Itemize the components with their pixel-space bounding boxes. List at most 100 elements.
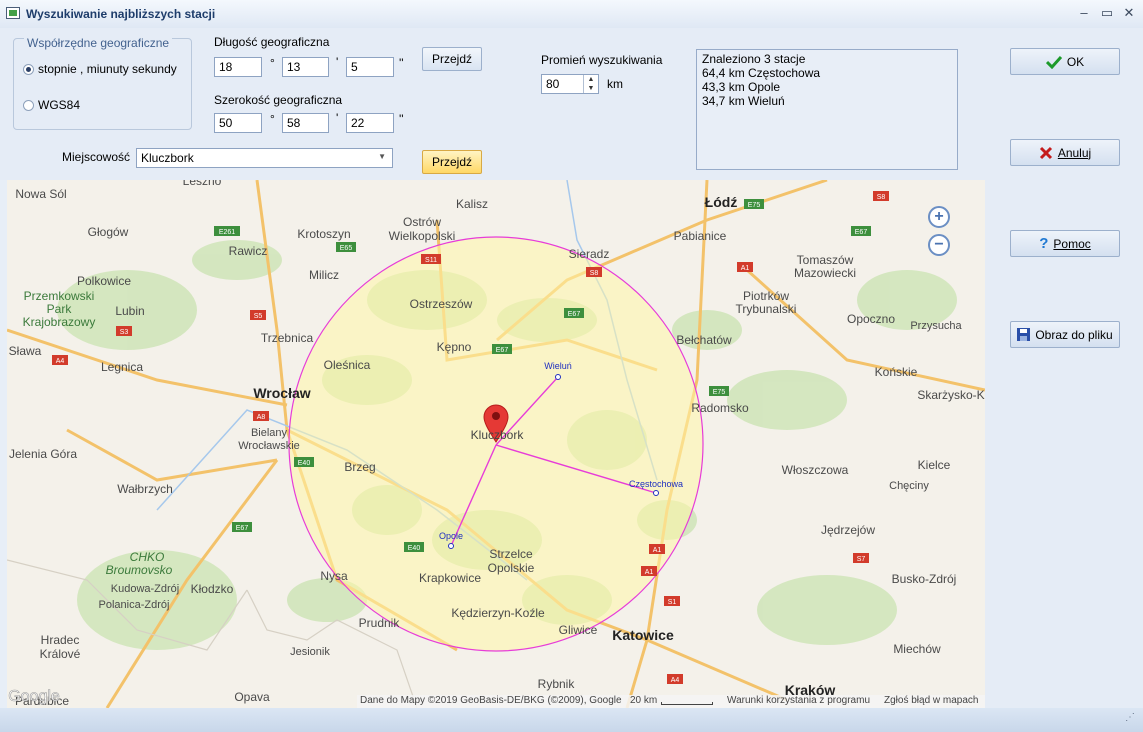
maximize-button[interactable]: ▭ [1099, 6, 1115, 20]
degree-symbol: ° [270, 56, 275, 70]
go-coords-button[interactable]: Przejdź [422, 47, 482, 71]
window-title: Wyszukiwanie najbliższych stacji [26, 7, 216, 21]
place-label: Końskie [875, 365, 918, 379]
road-label: E261 [219, 229, 235, 236]
station-marker-opole[interactable] [448, 543, 454, 549]
google-logo: Google [8, 688, 60, 705]
place-label: Głogów [88, 225, 129, 239]
place-label: Bielany [251, 427, 288, 439]
latitude-degrees-input[interactable]: 50 [214, 113, 262, 133]
spin-up-icon[interactable]: ▲ [584, 75, 598, 84]
place-label: Sława [9, 344, 42, 358]
resize-grip-icon[interactable]: ⋰ [1125, 712, 1135, 723]
results-list[interactable]: Znaleziono 3 stacje 64,4 km Częstochowa … [696, 49, 958, 170]
help-icon: ? [1039, 235, 1049, 252]
place-label: Kalisz [456, 197, 488, 211]
results-line: 34,7 km Wieluń [702, 94, 785, 108]
road-label: E67 [236, 525, 249, 532]
map-view[interactable]: E261 E75 S8 E67 S11 E65 S5 S3 S8 A4 E67 … [7, 180, 985, 708]
place-label: Ostrów [403, 215, 441, 229]
help-label: Pomoc [1053, 236, 1091, 251]
place-label: Przemkowski [24, 289, 95, 303]
scale-bar [661, 702, 713, 705]
mode-dms-radio[interactable] [23, 64, 34, 75]
help-button[interactable]: ? Pomoc [1010, 230, 1120, 257]
road-label: A4 [56, 358, 65, 365]
place-label: Polkowice [77, 274, 131, 288]
results-line: 64,4 km Częstochowa [702, 66, 821, 80]
place-label: Trzebnica [261, 331, 314, 345]
spin-down-icon[interactable]: ▼ [584, 84, 598, 93]
place-label: Tomaszów [797, 253, 854, 267]
station-marker-wielun[interactable] [555, 374, 561, 380]
place-label: Brzeg [344, 460, 375, 474]
latitude-label: Szerokość geograficzna [214, 93, 343, 107]
road-label: A1 [653, 547, 662, 554]
place-label: Katowice [612, 627, 674, 643]
station-marker-czestochowa[interactable] [653, 490, 659, 496]
place-label: Kudowa-Zdrój [111, 583, 179, 595]
road-label: S8 [590, 270, 599, 277]
place-label: Wrocław [253, 385, 310, 401]
checkmark-icon [1045, 55, 1062, 69]
save-image-button[interactable]: Obraz do pliku [1010, 321, 1120, 348]
place-label: Hradec [41, 633, 80, 647]
place-label: Kielce [918, 458, 951, 472]
place-label: Rybnik [538, 677, 576, 691]
mode-wgs84-radio[interactable] [23, 100, 34, 111]
road-label: S1 [668, 599, 677, 606]
place-label: Wałbrzych [117, 482, 173, 496]
latitude-minutes-input[interactable]: 58 [282, 113, 329, 133]
place-label: Nowa Sól [15, 187, 66, 201]
place-label: Krapkowice [419, 571, 481, 585]
road-label: E67 [496, 347, 509, 354]
place-label: Kędzierzyn-Koźle [451, 606, 545, 620]
place-label: Jesionik [290, 646, 330, 658]
report-error-link[interactable]: Zgłoś błąd w mapach [884, 695, 979, 706]
place-label: Opoczno [847, 312, 895, 326]
place-label: Legnica [101, 360, 143, 374]
title-bar: Wyszukiwanie najbliższych stacji – ▭ ✕ [0, 0, 1143, 29]
mode-dms-label[interactable]: stopnie , miunuty sekundy [38, 62, 177, 76]
station-label-opole: Opole [439, 531, 463, 541]
ok-button[interactable]: OK [1010, 48, 1120, 75]
second-symbol: '' [399, 56, 404, 70]
road-label: E65 [340, 245, 353, 252]
city-label: Miejscowość [62, 150, 131, 164]
place-label: Chęciny [889, 480, 929, 492]
longitude-label: Długość geograficzna [214, 35, 330, 49]
road-label: E40 [408, 545, 421, 552]
latitude-seconds-input[interactable]: 22 [346, 113, 394, 133]
zoom-in-button[interactable]: + [928, 206, 950, 228]
minimize-button[interactable]: – [1076, 6, 1092, 20]
place-label: Strzelce [489, 547, 533, 561]
road-label: E75 [713, 389, 726, 396]
second-symbol: '' [399, 112, 404, 126]
place-label: Lubin [115, 304, 144, 318]
radius-spinner[interactable]: ▲ ▼ [583, 75, 598, 93]
coords-mode-group-label: Współrzędne geograficzne [24, 36, 173, 50]
minute-symbol: ' [336, 111, 339, 125]
close-button[interactable]: ✕ [1121, 6, 1137, 20]
place-label: Pabianice [674, 229, 727, 243]
city-select[interactable]: Kluczbork ▼ [136, 148, 393, 168]
scale-label: 20 km [630, 695, 658, 706]
longitude-degrees-input[interactable]: 18 [214, 57, 262, 77]
place-label: Krotoszyn [297, 227, 350, 241]
cancel-button[interactable]: Anuluj [1010, 139, 1120, 166]
terms-link[interactable]: Warunki korzystania z programu [727, 695, 870, 706]
mode-wgs84-label[interactable]: WGS84 [38, 98, 80, 112]
app-icon [6, 7, 20, 19]
longitude-minutes-input[interactable]: 13 [282, 57, 329, 77]
station-label-czestochowa: Częstochowa [629, 479, 683, 489]
place-label: Ostrzeszów [410, 297, 473, 311]
place-label: Przysucha [910, 320, 962, 332]
place-label: Rawicz [229, 244, 268, 258]
chevron-down-icon[interactable]: ▼ [378, 152, 386, 161]
go-city-button[interactable]: Przejdź [422, 150, 482, 174]
zoom-out-button[interactable]: − [928, 234, 950, 256]
place-label: Jędrzejów [821, 523, 875, 537]
radius-stepper[interactable]: 80 ▲ ▼ [541, 74, 599, 94]
place-label: Sieradz [569, 247, 610, 261]
longitude-seconds-input[interactable]: 5 [346, 57, 394, 77]
